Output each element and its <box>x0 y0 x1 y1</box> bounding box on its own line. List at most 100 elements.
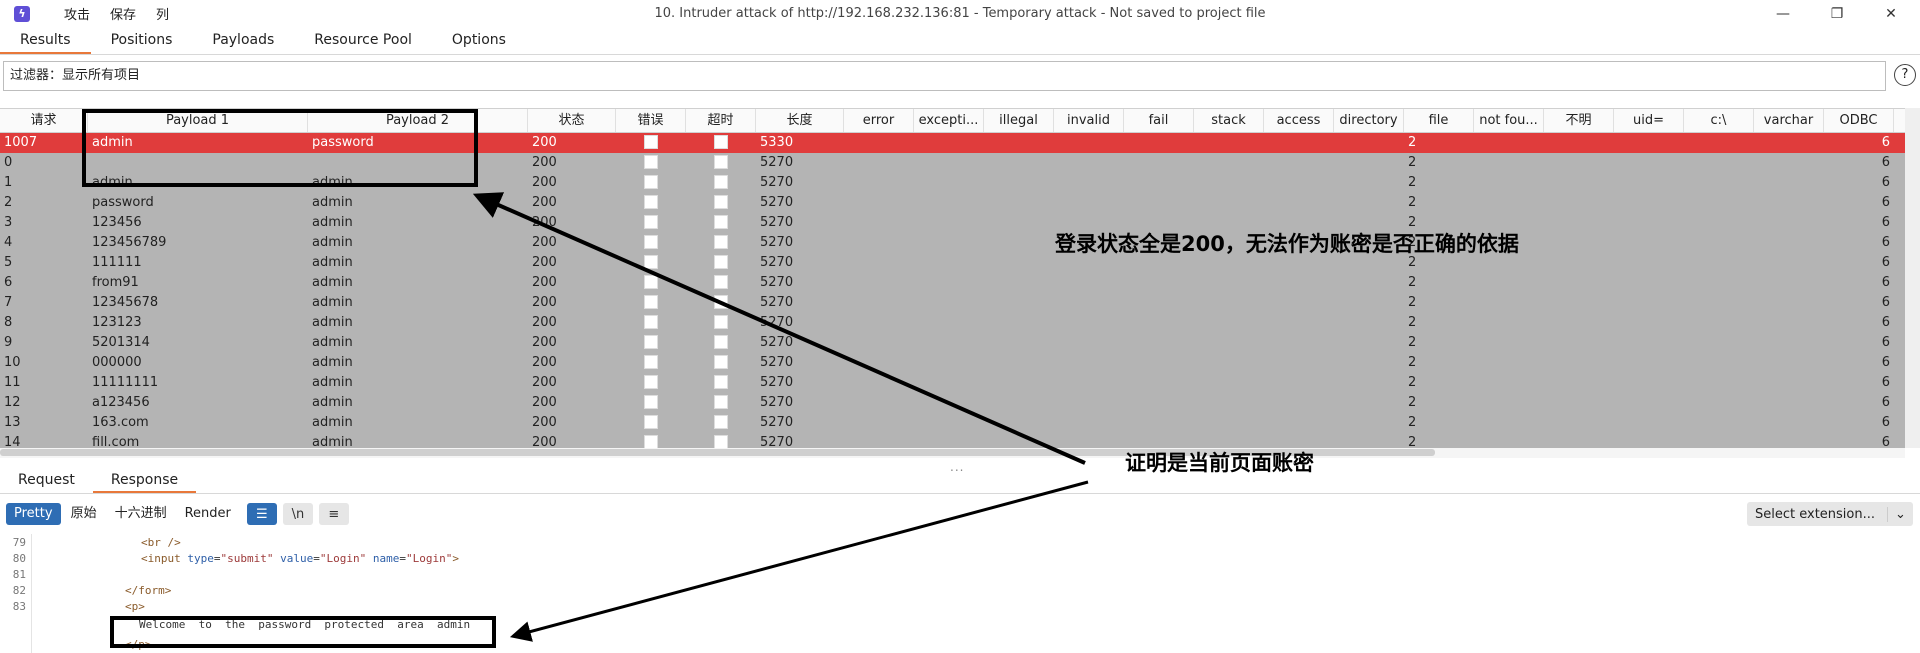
table-row[interactable]: 5 111111 admin 200 5270 2 6 <box>0 253 1905 273</box>
checkbox[interactable] <box>644 414 658 429</box>
newline-icon[interactable]: \n <box>282 503 313 525</box>
checkbox[interactable] <box>714 174 728 189</box>
column-header[interactable]: 请求 <box>0 109 88 132</box>
checkbox[interactable] <box>644 374 658 389</box>
column-header[interactable]: 错误 <box>616 109 686 132</box>
select-extension-dropdown[interactable]: Select extension... ⌄ <box>1747 502 1913 526</box>
column-header[interactable]: excepti... <box>914 109 984 132</box>
table-row[interactable]: 8 123123 admin 200 5270 2 6 <box>0 313 1905 333</box>
checkbox[interactable] <box>714 134 728 149</box>
cell-empty <box>1684 213 1754 233</box>
checkbox[interactable] <box>714 194 728 209</box>
column-header[interactable]: ODBC <box>1824 109 1894 132</box>
table-row[interactable]: 9 5201314 admin 200 5270 2 6 <box>0 333 1905 353</box>
cell-file: 2 <box>1408 135 1417 150</box>
table-row[interactable]: 14 fill.com admin 200 5270 2 6 <box>0 433 1905 448</box>
checkbox[interactable] <box>644 214 658 229</box>
checkbox[interactable] <box>714 374 728 389</box>
help-icon[interactable]: ? <box>1894 64 1916 86</box>
cell-request: 11 <box>4 375 21 390</box>
tab-options[interactable]: Options <box>432 27 526 54</box>
table-row[interactable]: 2 password admin 200 5270 2 6 <box>0 193 1905 213</box>
checkbox[interactable] <box>644 334 658 349</box>
checkbox[interactable] <box>644 354 658 369</box>
table-vertical-scrollbar[interactable] <box>1905 108 1920 448</box>
cell-empty <box>1754 353 1824 373</box>
checkbox[interactable] <box>714 154 728 169</box>
tab-response[interactable]: Response <box>92 466 197 493</box>
column-header[interactable]: error <box>844 109 914 132</box>
column-header[interactable]: stack <box>1194 109 1264 132</box>
render-button[interactable]: Render <box>177 503 239 525</box>
column-header[interactable]: not fou... <box>1474 109 1544 132</box>
checkbox[interactable] <box>644 314 658 329</box>
checkbox[interactable] <box>714 314 728 329</box>
pretty-button[interactable]: Pretty <box>6 503 61 525</box>
cell-empty <box>1754 133 1824 153</box>
checkbox[interactable] <box>714 394 728 409</box>
close-button[interactable]: ✕ <box>1868 0 1914 27</box>
tab-resource-pool[interactable]: Resource Pool <box>294 27 432 54</box>
column-header[interactable]: fail <box>1124 109 1194 132</box>
column-header[interactable]: c:\ <box>1684 109 1754 132</box>
table-row[interactable]: 13 163.com admin 200 5270 2 6 <box>0 413 1905 433</box>
filter-bar[interactable]: 过滤器：显示所有项目 <box>3 61 1886 91</box>
checkbox[interactable] <box>644 234 658 249</box>
checkbox[interactable] <box>644 154 658 169</box>
menu-columns[interactable]: 列 <box>156 4 169 23</box>
tab-positions[interactable]: Positions <box>91 27 193 54</box>
cell-file: 2 <box>1408 395 1417 410</box>
raw-button[interactable]: 原始 <box>63 503 105 525</box>
restore-button[interactable]: ❐ <box>1814 0 1860 27</box>
checkbox[interactable] <box>644 254 658 269</box>
table-row[interactable]: 3 123456 admin 200 5270 2 6 <box>0 213 1905 233</box>
checkbox[interactable] <box>714 234 728 249</box>
table-row[interactable]: 10 000000 admin 200 5270 2 6 <box>0 353 1905 373</box>
table-horizontal-scrollbar[interactable] <box>0 448 1905 458</box>
menu-attack[interactable]: 攻击 <box>64 4 90 23</box>
column-header[interactable]: 长度 <box>756 109 844 132</box>
table-row[interactable]: 4 123456789 admin 200 5270 2 6 <box>0 233 1905 253</box>
checkbox[interactable] <box>644 274 658 289</box>
column-header[interactable]: illegal <box>984 109 1054 132</box>
table-row[interactable]: 6 from91 admin 200 5270 2 6 <box>0 273 1905 293</box>
checkbox[interactable] <box>714 334 728 349</box>
checkbox[interactable] <box>714 254 728 269</box>
tab-results[interactable]: Results <box>0 27 91 54</box>
cell-status: 200 <box>532 415 557 430</box>
checkbox[interactable] <box>644 294 658 309</box>
checkbox[interactable] <box>644 194 658 209</box>
checkbox[interactable] <box>714 214 728 229</box>
minimize-button[interactable]: — <box>1760 0 1806 27</box>
column-header[interactable]: 不明 <box>1544 109 1614 132</box>
checkbox[interactable] <box>644 174 658 189</box>
cell-empty <box>984 253 1054 273</box>
table-row[interactable]: 12 a123456 admin 200 5270 2 6 <box>0 393 1905 413</box>
menu-save[interactable]: 保存 <box>110 4 136 23</box>
column-header[interactable]: directory <box>1334 109 1404 132</box>
checkbox[interactable] <box>644 394 658 409</box>
tab-payloads[interactable]: Payloads <box>192 27 294 54</box>
column-header[interactable]: varchar <box>1754 109 1824 132</box>
hex-button[interactable]: 十六进制 <box>107 503 175 525</box>
menu-icon[interactable]: ≡ <box>318 503 349 525</box>
column-header[interactable]: 状态 <box>528 109 616 132</box>
checkbox[interactable] <box>644 134 658 149</box>
column-header[interactable]: invalid <box>1054 109 1124 132</box>
checkbox[interactable] <box>714 434 728 448</box>
column-header[interactable]: uid= <box>1614 109 1684 132</box>
column-header[interactable]: 超时 <box>686 109 756 132</box>
column-header[interactable]: access <box>1264 109 1334 132</box>
cell-odbc: 6 <box>1881 275 1890 290</box>
table-row[interactable]: 11 11111111 admin 200 5270 2 6 <box>0 373 1905 393</box>
tab-request[interactable]: Request <box>0 466 93 493</box>
checkbox[interactable] <box>714 294 728 309</box>
cell-empty <box>1194 433 1264 448</box>
checkbox[interactable] <box>644 434 658 448</box>
column-header[interactable]: file <box>1404 109 1474 132</box>
checkbox[interactable] <box>714 414 728 429</box>
checkbox[interactable] <box>714 354 728 369</box>
checkbox[interactable] <box>714 274 728 289</box>
wrap-lines-icon[interactable]: ☰ <box>246 503 277 525</box>
table-row[interactable]: 7 12345678 admin 200 5270 2 6 <box>0 293 1905 313</box>
